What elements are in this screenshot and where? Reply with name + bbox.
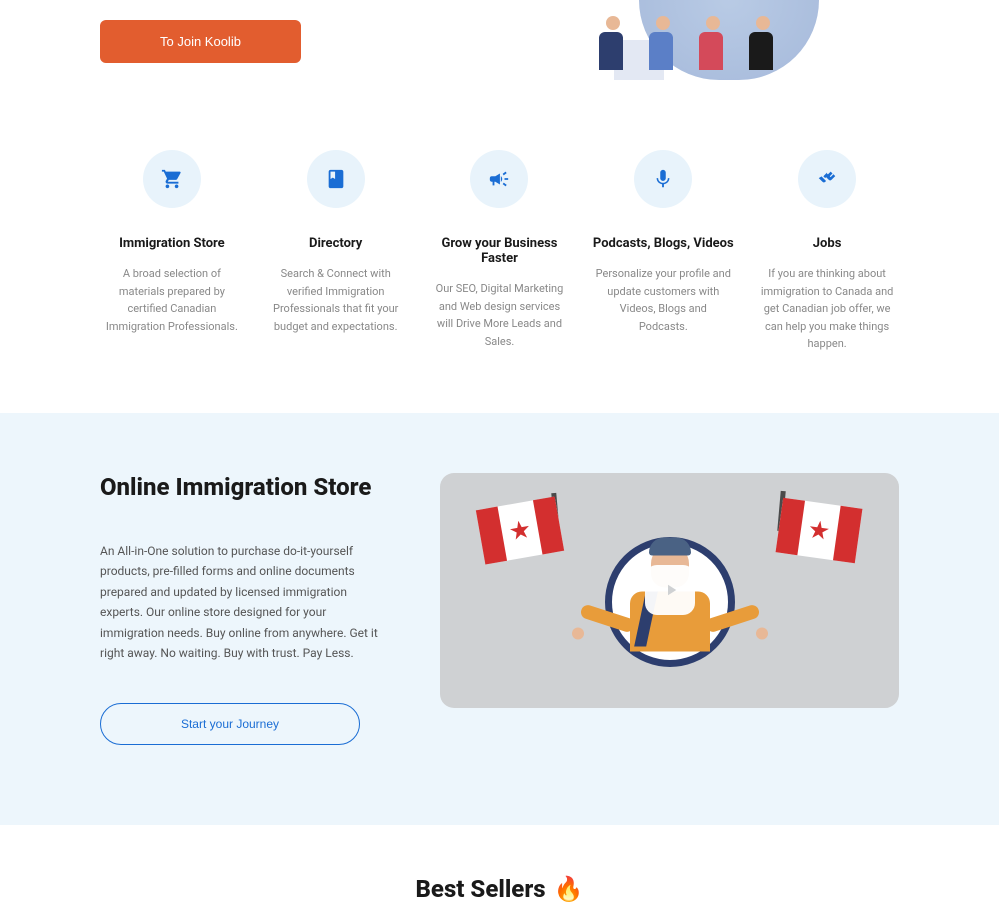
join-button[interactable]: To Join Koolib	[100, 20, 301, 63]
bestsellers-text: Best Sellers	[416, 875, 546, 903]
feature-desc: Personalize your profile and update cust…	[591, 265, 735, 335]
video-thumbnail[interactable]	[440, 473, 899, 708]
store-title: Online Immigration Store	[100, 473, 380, 501]
store-video-column	[440, 473, 899, 708]
feature-jobs: Jobs If you are thinking about immigrati…	[755, 150, 899, 353]
hero-illustration	[559, 0, 899, 80]
megaphone-icon	[470, 150, 528, 208]
feature-title: Directory	[264, 236, 408, 251]
cart-icon	[143, 150, 201, 208]
feature-podcasts: Podcasts, Blogs, Videos Personalize your…	[591, 150, 735, 353]
store-description: An All-in-One solution to purchase do-it…	[100, 541, 380, 663]
feature-title: Grow your Business Faster	[428, 236, 572, 266]
hero-left: To Join Koolib	[100, 0, 301, 63]
start-journey-button[interactable]: Start your Journey	[100, 703, 360, 745]
book-icon	[307, 150, 365, 208]
feature-title: Podcasts, Blogs, Videos	[591, 236, 735, 251]
handshake-icon	[798, 150, 856, 208]
feature-desc: Search & Connect with verified Immigrati…	[264, 265, 408, 335]
feature-immigration-store: Immigration Store A broad selection of m…	[100, 150, 244, 353]
feature-desc: Our SEO, Digital Marketing and Web desig…	[428, 280, 572, 350]
store-text-column: Online Immigration Store An All-in-One s…	[100, 473, 380, 745]
feature-desc: A broad selection of materials prepared …	[100, 265, 244, 335]
feature-grow-business: Grow your Business Faster Our SEO, Digit…	[428, 150, 572, 353]
store-section: Online Immigration Store An All-in-One s…	[0, 413, 999, 825]
feature-directory: Directory Search & Connect with verified…	[264, 150, 408, 353]
bestsellers-section: Best Sellers 🔥	[0, 825, 999, 923]
mic-icon	[634, 150, 692, 208]
hero-section: To Join Koolib	[0, 0, 999, 120]
fire-icon: 🔥	[554, 875, 584, 903]
feature-title: Jobs	[755, 236, 899, 251]
play-icon[interactable]	[645, 565, 695, 615]
features-row: Immigration Store A broad selection of m…	[0, 120, 999, 413]
bestsellers-title: Best Sellers 🔥	[416, 875, 584, 903]
feature-title: Immigration Store	[100, 236, 244, 251]
feature-desc: If you are thinking about immigration to…	[755, 265, 899, 353]
